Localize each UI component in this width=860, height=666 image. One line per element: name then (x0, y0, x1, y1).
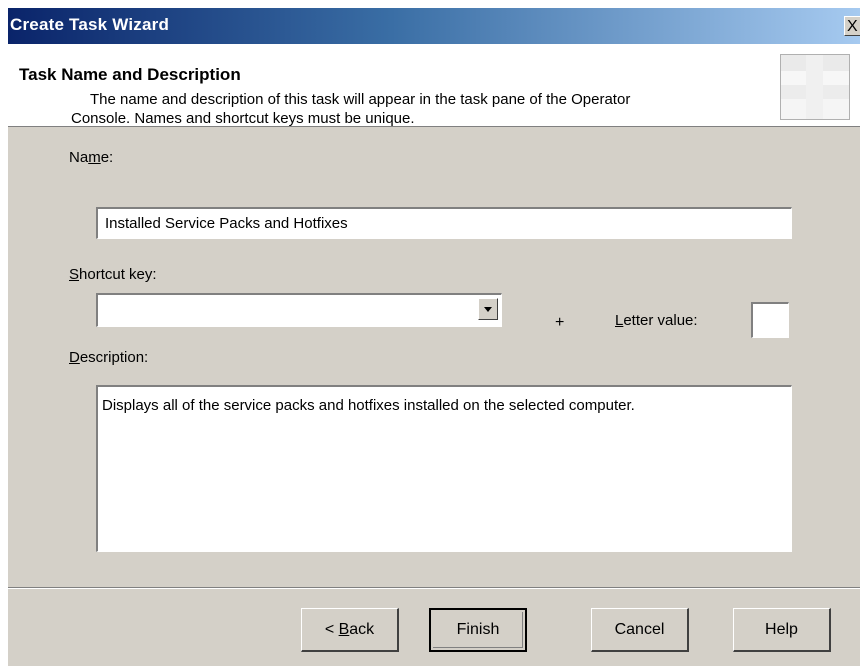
name-input[interactable] (96, 207, 792, 239)
back-button[interactable]: < Back (301, 608, 399, 652)
page-description-line1: The name and description of this task wi… (90, 91, 631, 108)
window-title: Create Task Wizard (10, 15, 170, 34)
shortcut-key-dropdown[interactable] (96, 293, 502, 327)
title-bar[interactable]: Create Task Wizard X (8, 8, 860, 44)
description-label: Description: (69, 349, 149, 366)
button-separator (8, 587, 860, 589)
shortcut-key-label: Shortcut key: (69, 266, 157, 283)
chevron-down-icon[interactable] (478, 298, 498, 320)
create-task-wizard-window: Create Task Wizard X Task Name and Descr… (8, 8, 860, 666)
description-textarea[interactable]: Displays all of the service packs and ho… (96, 385, 792, 552)
page-description-line2: Console. Names and shortcut keys must be… (71, 110, 415, 127)
page-title: Task Name and Description (19, 65, 241, 84)
page-description: The name and description of this task wi… (71, 90, 750, 128)
cancel-button[interactable]: Cancel (591, 608, 689, 652)
finish-button[interactable]: Finish (429, 608, 527, 652)
close-button[interactable]: X (844, 16, 860, 36)
letter-value-label: Letter value: (615, 312, 698, 329)
name-label: Name: (69, 149, 114, 166)
close-icon: X (847, 18, 858, 35)
plus-sign: + (555, 314, 565, 331)
letter-value-input[interactable] (751, 302, 789, 338)
help-button[interactable]: Help (733, 608, 831, 652)
wizard-header: Task Name and Description The name and d… (8, 44, 860, 127)
wizard-header-graphic-icon (780, 54, 850, 120)
